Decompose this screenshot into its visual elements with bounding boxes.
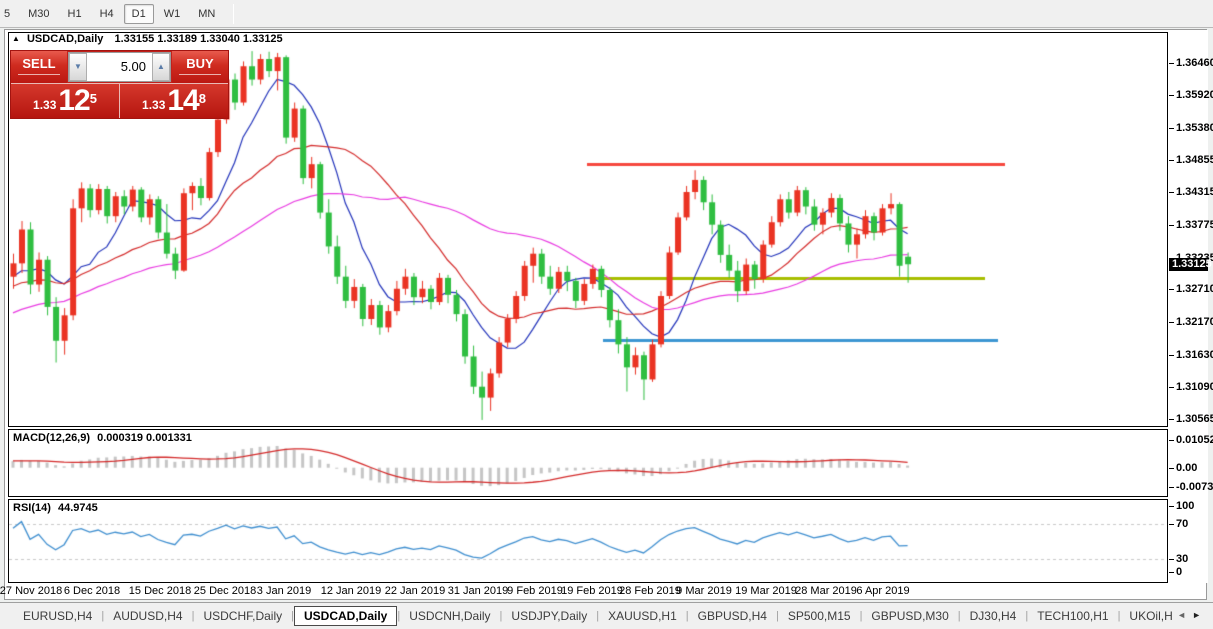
chart-title: ▲ USDCAD,Daily 1.33155 1.33189 1.33040 1… [12,33,283,45]
rsi-tick-label: 0 [1176,566,1182,578]
tab-gbpusd-m30[interactable]: GBPUSD,M30 [862,607,957,625]
period-button-h4[interactable]: H4 [92,4,122,24]
current-price-badge: 1.33125 [1169,258,1208,271]
date-axis-label: 31 Jan 2019 [448,585,509,597]
date-axis-label: 27 Nov 2018 [0,585,62,597]
sell-quote-box[interactable]: 1.33 12 5 [11,84,120,118]
date-axis-label: 12 Jan 2019 [321,585,382,597]
sell-button[interactable]: SELL [11,51,67,83]
date-axis-label: 3 Jan 2019 [257,585,311,597]
tab-usdjpy-daily[interactable]: USDJPY,Daily [502,607,596,625]
tab-ukoil-h[interactable]: UKOil,H [1120,607,1181,625]
buy-price-big: 14 [167,87,198,115]
sell-price-big: 12 [58,87,89,115]
price-tick-label: 1.30565 [1176,413,1213,425]
sell-button-label: SELL [22,56,55,71]
date-axis-label: 19 Mar 2019 [735,585,797,597]
volume-increase-button[interactable]: ▲ [152,53,170,81]
period-toolbar: 5M30H1H4D1W1MN [0,0,1213,28]
rsi-tick-label: 100 [1176,500,1194,512]
price-tick-label: 1.31090 [1176,381,1213,393]
price-axis[interactable]: 1.364601.359201.353801.348551.343151.337… [1168,30,1208,583]
volume-decrease-button[interactable]: ▼ [69,53,87,81]
date-axis-label: 25 Dec 2018 [194,585,256,597]
date-axis-label: 28 Mar 2019 [795,585,857,597]
buy-price-small: 1.33 [142,95,165,115]
period-button-mn[interactable]: MN [190,4,223,24]
date-axis-label: 28 Feb 2019 [619,585,681,597]
rsi-pane: RSI(14) 44.9745 [8,499,1168,583]
rsi-chart-canvas[interactable] [9,500,1167,582]
date-axis-label: 9 Mar 2019 [676,585,732,597]
price-tick-label: 1.31630 [1176,349,1213,361]
tab-audusd-h4[interactable]: AUDUSD,H4 [104,607,191,625]
macd-pane: MACD(12,26,9) 0.000319 0.001331 [8,429,1168,497]
buy-price-sup: 8 [199,84,206,114]
price-tick-label: 1.34315 [1176,186,1213,198]
period-button-d1[interactable]: D1 [124,4,154,24]
rsi-value: 44.9745 [58,502,98,514]
one-click-trading-panel: SELL ▼ 5.00 ▲ BUY 1.33 12 5 1.33 14 [10,50,229,119]
tab-xauusd-h1[interactable]: XAUUSD,H1 [599,607,686,625]
tab-usdcnh-daily[interactable]: USDCNH,Daily [400,607,499,625]
date-axis-label: 19 Feb 2019 [561,585,623,597]
chart-ohlc-quotes: 1.33155 1.33189 1.33040 1.33125 [114,33,282,45]
macd-label: MACD(12,26,9) 0.000319 0.001331 [13,432,192,444]
period-button-h1[interactable]: H1 [60,4,90,24]
collapse-triangle-icon[interactable]: ▲ [12,34,20,43]
price-tick-label: 1.32710 [1176,283,1213,295]
macd-tick-label: 0.010525 [1176,434,1213,446]
rsi-tick-label: 30 [1176,553,1188,565]
date-axis[interactable]: 27 Nov 20186 Dec 201815 Dec 201825 Dec 2… [5,585,1165,601]
chart-tabbar: EURUSD,H4|AUDUSD,H4|USDCHF,Daily|USDCAD,… [0,602,1213,629]
sell-price-small: 1.33 [33,95,56,115]
date-axis-label: 9 Feb 2019 [507,585,563,597]
date-axis-label: 6 Dec 2018 [64,585,120,597]
volume-spinner: ▼ 5.00 ▲ [68,52,171,82]
tab-scroll-arrows: ◄► [1177,610,1207,620]
price-tick-label: 1.35920 [1176,89,1213,101]
tab-scroll-right-icon[interactable]: ► [1192,610,1207,620]
tab-usdcad-daily[interactable]: USDCAD,Daily [294,606,397,626]
buy-button[interactable]: BUY [172,51,228,83]
tab-sp500-m15[interactable]: SP500,M15 [779,607,860,625]
macd-tick-label: -0.0073 [1176,481,1213,493]
price-tick-label: 1.35380 [1176,122,1213,134]
price-tick-label: 1.34855 [1176,154,1213,166]
date-axis-label: 6 Apr 2019 [856,585,909,597]
toolbar-separator [233,4,234,24]
tab-scroll-left-icon[interactable]: ◄ [1177,610,1192,620]
period-button-5[interactable]: 5 [0,4,18,24]
rsi-label: RSI(14) 44.9745 [13,502,98,514]
macd-values: 0.000319 0.001331 [97,432,192,444]
chart-window: ▲ USDCAD,Daily 1.33155 1.33189 1.33040 1… [4,29,1207,600]
tab-eurusd-h4[interactable]: EURUSD,H4 [14,607,101,625]
period-button-w1[interactable]: W1 [156,4,189,24]
price-tick-label: 1.33775 [1176,219,1213,231]
volume-input[interactable]: 5.00 [87,53,152,81]
date-axis-label: 15 Dec 2018 [129,585,191,597]
tab-usdchf-daily[interactable]: USDCHF,Daily [194,607,291,625]
rsi-tick-label: 70 [1176,518,1188,530]
price-tick-label: 1.32170 [1176,316,1213,328]
sell-price-sup: 5 [90,84,97,114]
chart-symbol-period: USDCAD,Daily [27,33,103,45]
price-tick-label: 1.36460 [1176,57,1213,69]
date-axis-label: 22 Jan 2019 [385,585,446,597]
buy-button-label: BUY [186,56,213,71]
macd-tick-label: 0.00 [1176,462,1197,474]
period-button-m30[interactable]: M30 [20,4,57,24]
tab-tech100-h1[interactable]: TECH100,H1 [1028,607,1117,625]
tab-gbpusd-h4[interactable]: GBPUSD,H4 [689,607,776,625]
tab-dj30-h4[interactable]: DJ30,H4 [961,607,1026,625]
buy-quote-box[interactable]: 1.33 14 8 [120,84,228,118]
